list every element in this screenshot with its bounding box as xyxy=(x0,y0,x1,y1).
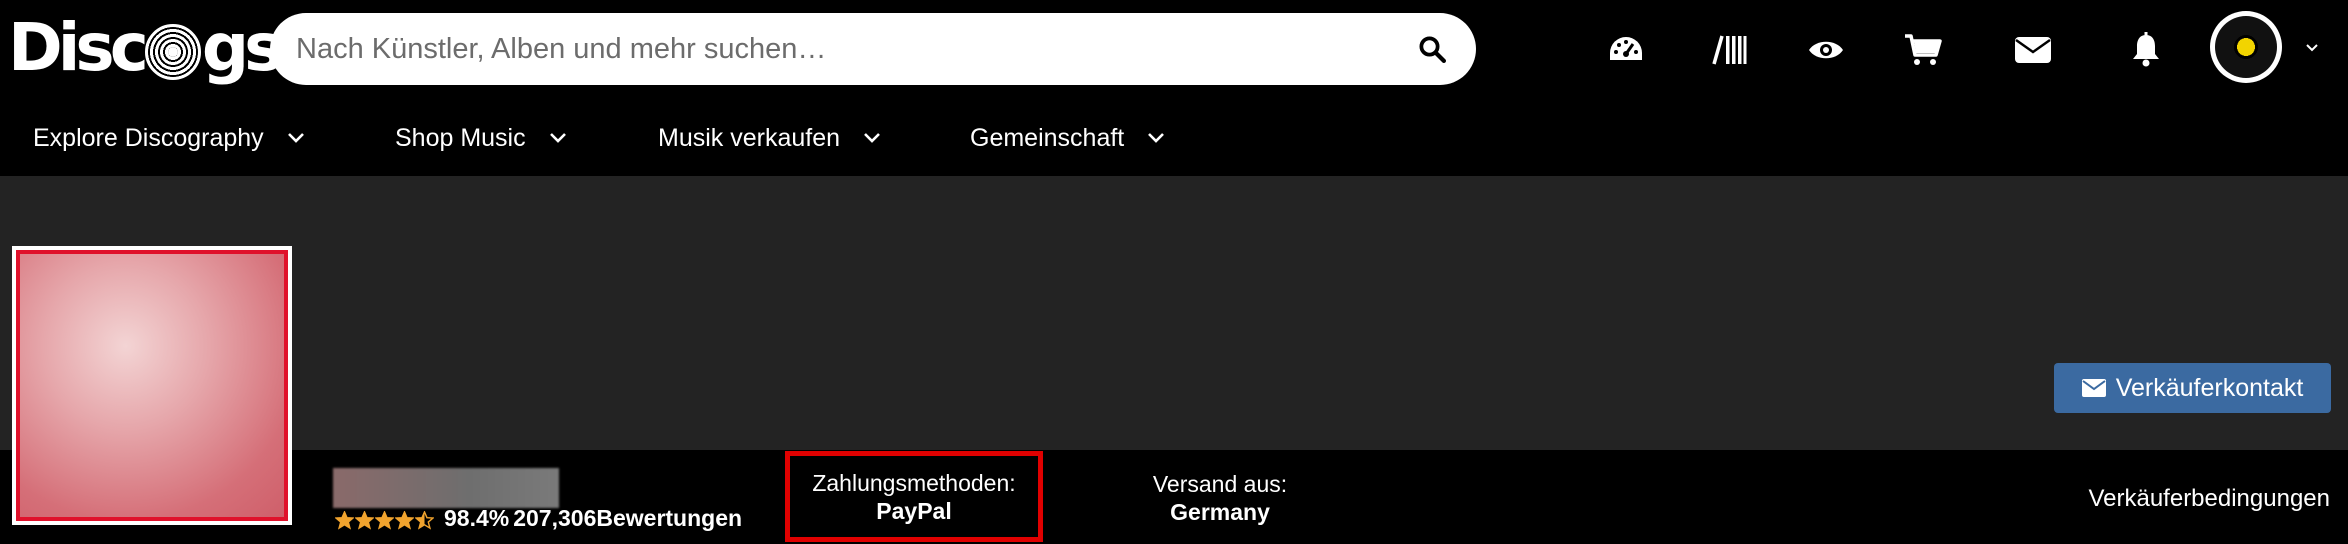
star-half-icon xyxy=(414,509,435,530)
payment-value: PayPal xyxy=(876,497,952,524)
payment-methods: Zahlungsmethoden: PayPal xyxy=(785,451,1043,542)
seller-avatar-image xyxy=(16,250,288,521)
shipping-label: Versand aus: xyxy=(1152,471,1288,497)
envelope-icon xyxy=(2081,379,2106,397)
messages-icon[interactable] xyxy=(2005,22,2061,78)
rating-percent: 98.4% xyxy=(444,504,510,531)
notifications-icon[interactable] xyxy=(2118,22,2174,78)
seller-contact-button[interactable]: Verkäuferkontakt xyxy=(2054,363,2331,413)
seller-avatar[interactable] xyxy=(12,246,292,525)
chevron-down-icon[interactable] xyxy=(2300,36,2324,60)
search-input[interactable] xyxy=(296,32,1414,66)
shipping-value: Germany xyxy=(1170,499,1270,525)
discogs-logo[interactable]: Disc gs xyxy=(8,8,283,88)
seller-rating[interactable]: 98.4% 207,306Bewertungen xyxy=(334,503,743,533)
star-full-icon xyxy=(354,509,375,530)
collection-icon[interactable] xyxy=(1701,22,1757,78)
chevron-down-icon xyxy=(286,127,308,149)
shipping-from: Versand aus: Germany xyxy=(1130,470,1310,526)
nav-label: Musik verkaufen xyxy=(658,123,841,152)
rating-stars xyxy=(334,509,435,530)
record-avatar-icon xyxy=(2215,16,2277,78)
main-nav: Explore Discography Shop Music Musik ver… xyxy=(0,100,2348,176)
seller-terms-link[interactable]: Verkäuferbedingungen xyxy=(2070,485,2330,513)
nav-explore-discography[interactable]: Explore Discography xyxy=(33,118,308,158)
cart-icon[interactable] xyxy=(1895,22,1951,78)
star-full-icon xyxy=(374,509,395,530)
user-avatar[interactable] xyxy=(2210,11,2282,83)
star-full-icon xyxy=(394,509,415,530)
search-bar[interactable] xyxy=(270,13,1476,85)
rating-count: 207,306Bewertungen xyxy=(513,504,743,531)
dashboard-icon[interactable] xyxy=(1598,22,1654,78)
chevron-down-icon xyxy=(862,127,884,149)
nav-label: Shop Music xyxy=(395,123,526,152)
chevron-down-icon xyxy=(548,127,570,149)
nav-shop-music[interactable]: Shop Music xyxy=(395,118,570,158)
seller-name-redacted xyxy=(333,468,559,508)
nav-label: Gemeinschaft xyxy=(970,123,1125,152)
payment-label: Zahlungsmethoden: xyxy=(812,469,1016,496)
wantlist-icon[interactable] xyxy=(1798,22,1854,78)
seller-banner xyxy=(0,176,2348,450)
top-bar: Disc gs xyxy=(0,0,2348,100)
nav-label: Explore Discography xyxy=(33,123,264,152)
nav-musik-verkaufen[interactable]: Musik verkaufen xyxy=(658,118,884,158)
nav-gemeinschaft[interactable]: Gemeinschaft xyxy=(970,118,1168,158)
star-full-icon xyxy=(334,509,355,530)
chevron-down-icon xyxy=(1146,127,1168,149)
record-icon xyxy=(144,24,201,80)
contact-button-label: Verkäuferkontakt xyxy=(2115,373,2304,402)
search-icon[interactable] xyxy=(1414,31,1450,67)
